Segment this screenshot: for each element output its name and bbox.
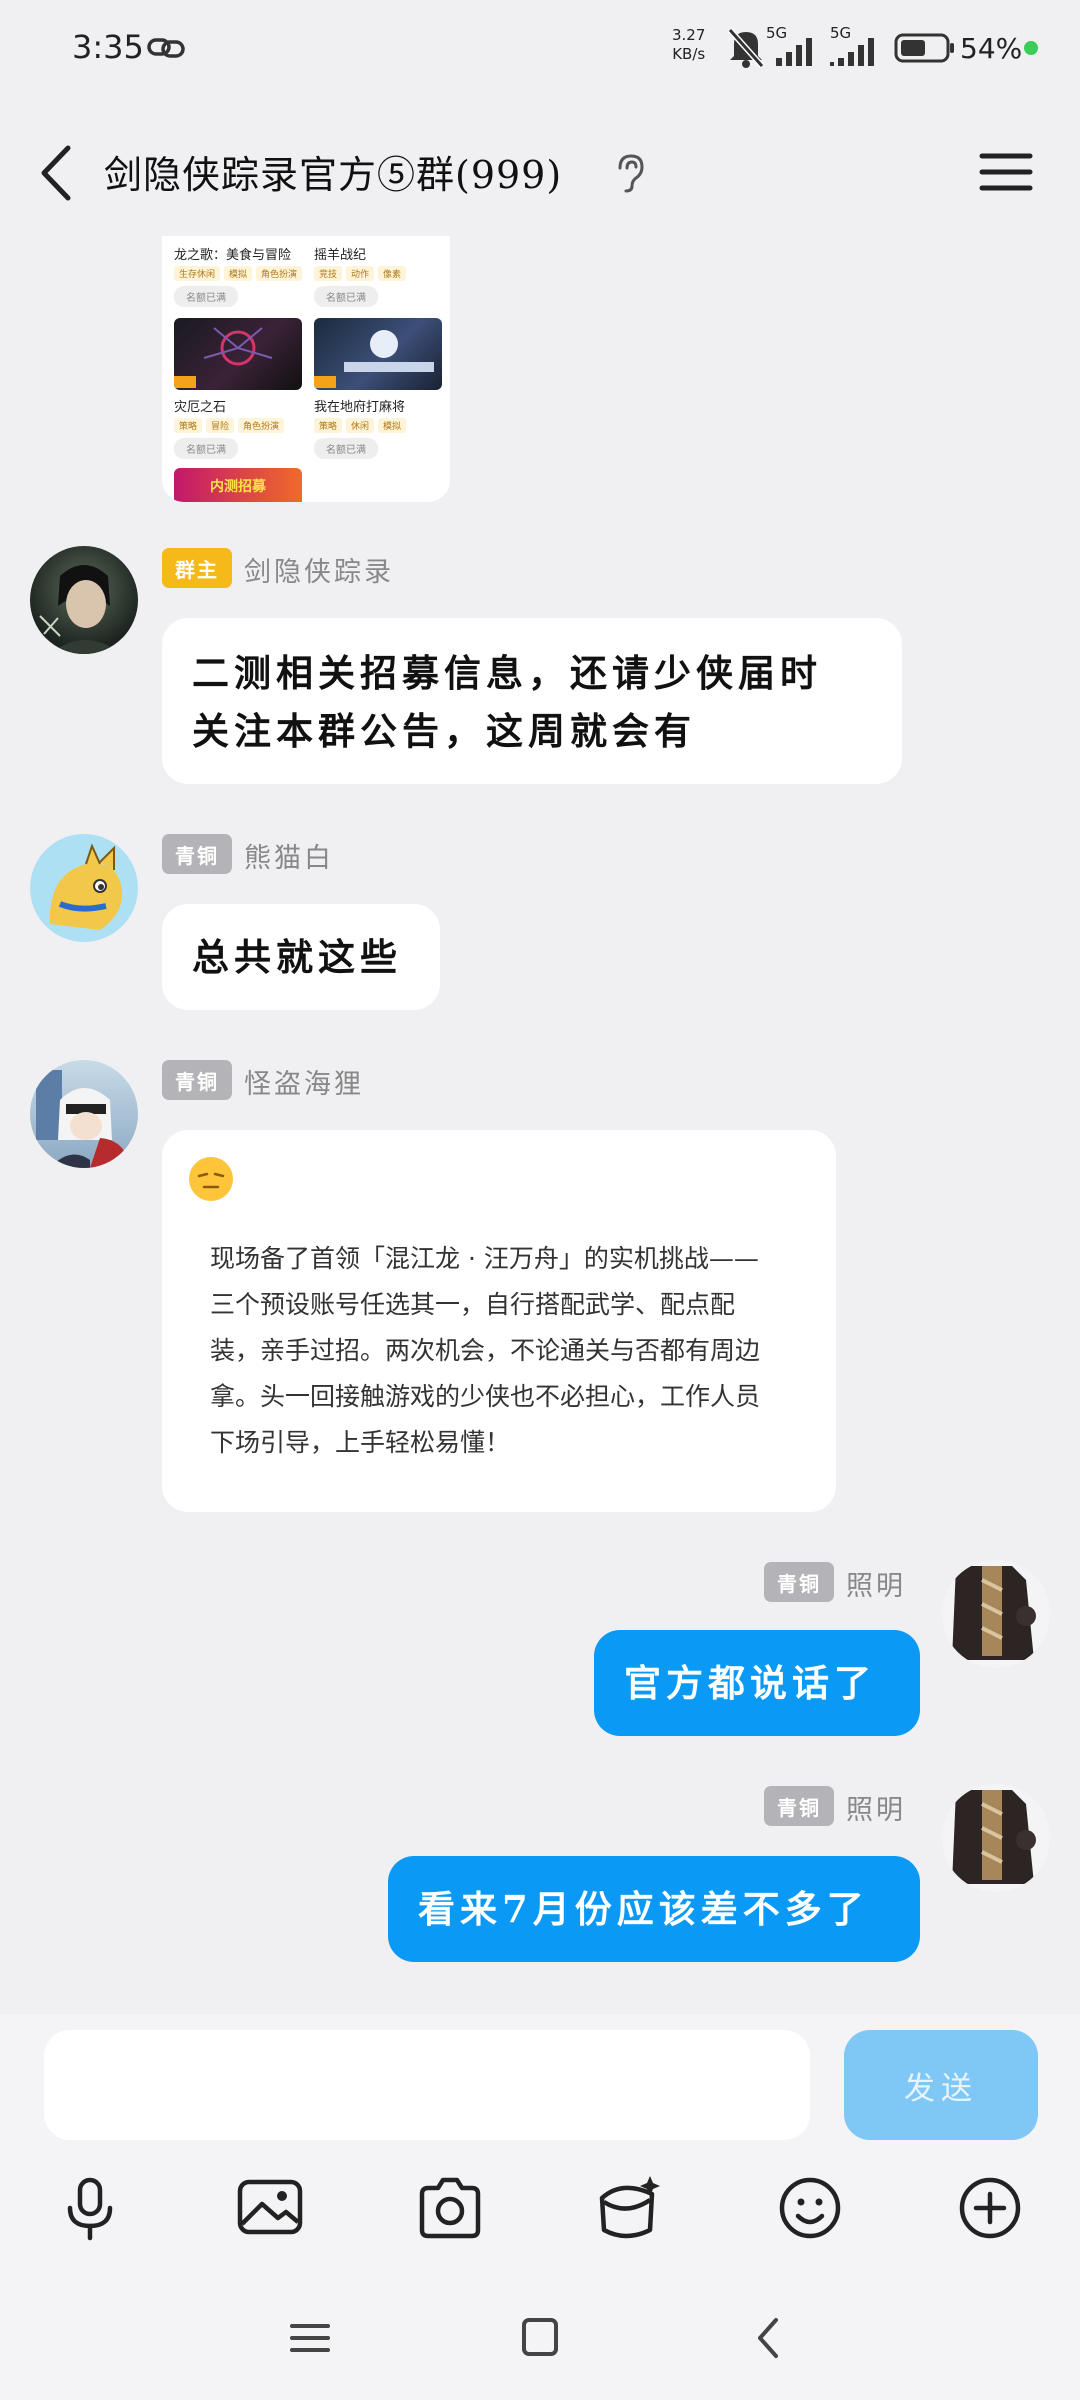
game-tags: 策略 冒险 角色扮演	[174, 418, 285, 433]
emoji-expressionless	[186, 1154, 236, 1204]
message-line: 总共就这些	[192, 935, 402, 979]
menu-nav-icon[interactable]	[280, 2310, 340, 2366]
message-line: 看来7月份应该差不多了	[418, 1887, 869, 1931]
message-bubble[interactable]: 现场备了首领「混江龙 · 汪万舟」的实机挑战—— 三个预设账号任选其一，自行搭配…	[162, 1130, 836, 1512]
camera-icon[interactable]	[414, 2172, 486, 2244]
avatar-art	[952, 1566, 1036, 1660]
back-button[interactable]	[28, 138, 88, 208]
bronze-badge: 青铜	[764, 1562, 834, 1602]
banner-image[interactable]: 内测招募	[174, 468, 302, 502]
message-input[interactable]	[44, 2030, 810, 2140]
message-line: 官方都说话了	[624, 1661, 876, 1705]
send-button[interactable]: 发送	[844, 2030, 1038, 2140]
game-cover-image[interactable]	[314, 318, 442, 390]
battery-icon	[894, 33, 954, 63]
message-line: 二测相关招募信息，还请少侠届时	[192, 651, 822, 695]
sender-name[interactable]: 怪盗海狸	[244, 1062, 364, 1101]
game-tag: 模拟	[378, 418, 407, 433]
message-line: 现场备了首领「混江龙 · 汪万舟」的实机挑战——	[210, 1244, 759, 1273]
microphone-icon[interactable]	[54, 2172, 126, 2244]
game-tag: 模拟	[224, 266, 253, 281]
avatar[interactable]	[30, 834, 138, 942]
game-cover-art	[314, 330, 434, 388]
game-full-button[interactable]: 名额已满	[314, 286, 378, 307]
game-title: 我在地府打麻将	[314, 400, 406, 415]
image-icon[interactable]	[234, 2172, 306, 2244]
game-tags: 竞技 动作 像素	[314, 266, 407, 281]
game-tag: 角色扮演	[238, 418, 285, 433]
sender-name[interactable]: 熊猫白	[244, 836, 334, 875]
my-avatar[interactable]	[942, 1560, 1050, 1668]
sender-name[interactable]: 剑隐侠踪录	[244, 550, 394, 589]
mute-bell-icon	[727, 28, 765, 68]
link-icon	[147, 38, 185, 58]
message-line: 三个预设账号任选其一，自行搭配武学、配点配	[210, 1290, 736, 1319]
game-tags: 生存休闲 模拟 角色扮演	[174, 266, 303, 281]
my-avatar[interactable]	[942, 1784, 1050, 1892]
owner-badge: 群主	[162, 548, 232, 588]
game-full-button[interactable]: 名额已满	[174, 286, 238, 307]
game-tag: 生存休闲	[174, 266, 221, 281]
network-speed-value: 3.27	[672, 26, 706, 44]
expressionless-emoji-icon	[189, 1157, 233, 1201]
message-line: 拿。头一回接触游戏的少侠也不必担心，工作人员	[210, 1382, 761, 1411]
signal-2-icon	[830, 38, 874, 66]
bronze-badge: 青铜	[764, 1786, 834, 1826]
game-title: 龙之歌：美食与冒险	[174, 248, 292, 263]
message-bubble[interactable]: 二测相关招募信息，还请少侠届时 关注本群公告，这周就会有	[162, 618, 902, 784]
game-cover-art	[174, 327, 273, 388]
avatar[interactable]	[30, 546, 138, 654]
avatar-art	[39, 565, 122, 654]
sender-name[interactable]: 照明	[846, 1788, 906, 1827]
back-nav-icon[interactable]	[740, 2310, 800, 2366]
my-message-bubble[interactable]: 看来7月份应该差不多了	[388, 1856, 920, 1962]
message-line: 关注本群公告，这周就会有	[192, 709, 696, 753]
avatar-art	[952, 1790, 1036, 1884]
my-message-bubble[interactable]: 官方都说话了	[594, 1630, 920, 1736]
message-line: 下场引导，上手轻松易懂！	[210, 1428, 511, 1457]
chat-title[interactable]: 剑隐侠踪录官方⑤群(999)	[104, 144, 562, 199]
network-speed: 3.27 KB/s	[672, 26, 705, 64]
signal-1-icon	[776, 38, 812, 66]
game-full-button[interactable]: 名额已满	[314, 438, 378, 459]
game-tag: 动作	[346, 266, 375, 281]
shared-game-card[interactable]: 龙之歌：美食与冒险 生存休闲 模拟 角色扮演 名额已满 摇羊战纪 竞技 动作 像…	[162, 236, 450, 502]
game-tags: 策略 休闲 模拟	[314, 418, 407, 433]
sender-name[interactable]: 照明	[846, 1564, 906, 1603]
game-cover-image[interactable]	[174, 318, 302, 390]
game-tag: 策略	[174, 418, 203, 433]
game-full-button[interactable]: 名额已满	[174, 438, 238, 459]
game-tag: 角色扮演	[256, 266, 303, 281]
message-line: 装，亲手过招。两次机会，不论通关与否都有周边	[210, 1336, 761, 1365]
home-nav-icon[interactable]	[510, 2310, 570, 2366]
game-tag: 像素	[378, 266, 407, 281]
game-tag: 休闲	[346, 418, 375, 433]
bronze-badge: 青铜	[162, 1060, 232, 1100]
game-title: 摇羊战纪	[314, 248, 367, 263]
red-packet-icon[interactable]	[592, 2172, 664, 2244]
emoji-icon[interactable]	[774, 2172, 846, 2244]
game-tag: 策略	[314, 418, 343, 433]
status-time: 3:35	[72, 28, 144, 66]
battery-percent: 54%	[960, 32, 1023, 65]
banner-text: 内测招募	[210, 479, 266, 495]
network-speed-unit: KB/s	[672, 45, 706, 63]
game-tag: 冒险	[206, 418, 235, 433]
game-title: 灾厄之石	[174, 400, 227, 415]
avatar[interactable]	[30, 1060, 138, 1168]
ear-icon[interactable]	[610, 150, 650, 194]
game-tag: 竞技	[314, 266, 343, 281]
bronze-badge: 青铜	[162, 834, 232, 874]
plus-icon[interactable]	[954, 2172, 1026, 2244]
avatar-art	[36, 1070, 130, 1168]
message-bubble[interactable]: 总共就这些	[162, 904, 440, 1010]
avatar-art	[49, 843, 123, 930]
message-text: 现场备了首领「混江龙 · 汪万舟」的实机挑战—— 三个预设账号任选其一，自行搭配…	[210, 1236, 760, 1466]
status-bar: 3:35 3.27 KB/s 5G 5G 54%	[0, 0, 1080, 96]
menu-button[interactable]	[974, 142, 1038, 202]
status-dot	[1024, 41, 1038, 55]
